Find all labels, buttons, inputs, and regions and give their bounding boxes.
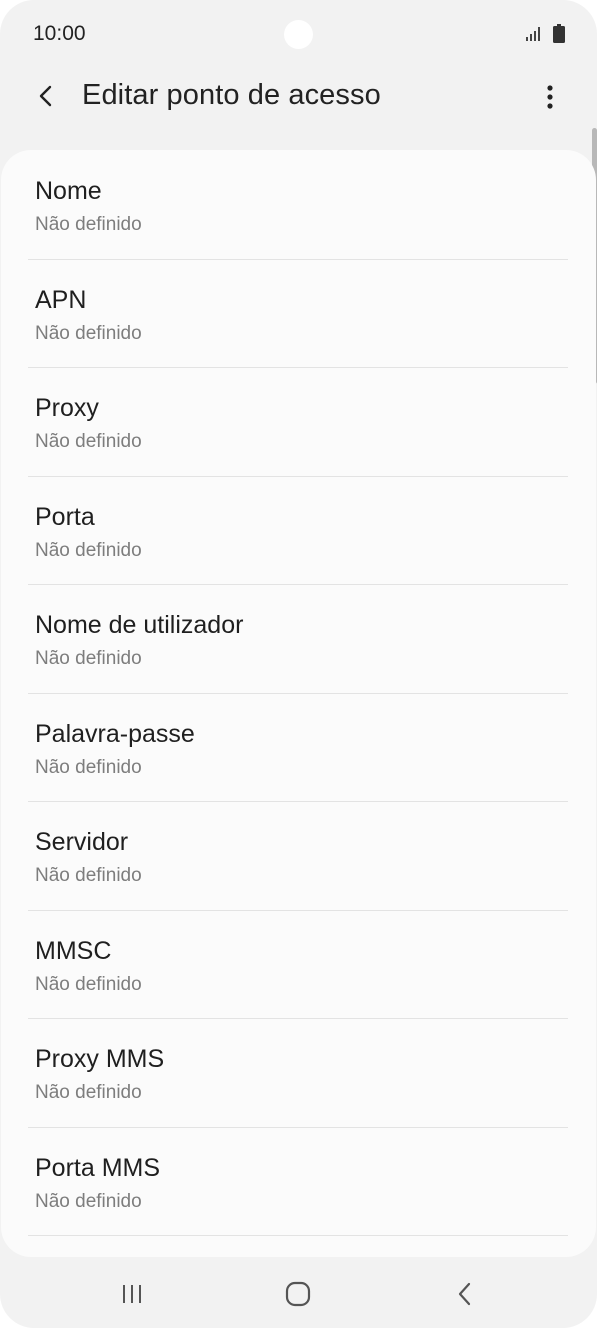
page-title: Editar ponto de acesso	[82, 79, 381, 111]
setting-row-palavra-passe[interactable]: Palavra-passe Não definido	[1, 693, 596, 801]
navigation-bar	[0, 1258, 597, 1328]
setting-label: Proxy MMS	[35, 1045, 165, 1073]
phone-screen: 10:00 Editar ponto de acesso Nome Não de…	[0, 0, 597, 1328]
back-icon	[458, 1282, 471, 1306]
status-bar: 10:00	[0, 0, 597, 70]
settings-list: Nome Não definido APN Não definido Proxy…	[1, 150, 596, 1257]
setting-row-apn[interactable]: APN Não definido	[1, 259, 596, 367]
setting-value: Não definido	[35, 214, 142, 235]
nav-back-button[interactable]	[443, 1274, 487, 1314]
back-button[interactable]	[28, 78, 64, 114]
signal-icon	[526, 27, 540, 41]
status-time: 10:00	[33, 22, 86, 45]
setting-value: Não definido	[35, 1082, 142, 1103]
setting-row-servidor[interactable]: Servidor Não definido	[1, 801, 596, 909]
setting-row-proxy-mms[interactable]: Proxy MMS Não definido	[1, 1018, 596, 1126]
divider	[28, 1235, 568, 1236]
setting-row-porta[interactable]: Porta Não definido	[1, 476, 596, 584]
setting-label: APN	[35, 286, 87, 314]
setting-value: Não definido	[35, 540, 142, 561]
setting-value: Não definido	[35, 431, 142, 452]
battery-icon	[553, 24, 565, 43]
app-bar: Editar ponto de acesso	[0, 70, 597, 130]
setting-label: Porta	[35, 503, 95, 531]
setting-label: Porta MMS	[35, 1154, 161, 1182]
setting-row-nome-de-utilizador[interactable]: Nome de utilizador Não definido	[1, 584, 596, 692]
setting-value: Não definido	[35, 323, 142, 344]
home-button[interactable]	[276, 1274, 320, 1314]
setting-label: Palavra-passe	[35, 720, 195, 748]
chevron-left-icon	[39, 85, 52, 107]
recent-apps-icon	[123, 1285, 141, 1303]
setting-label: Proxy	[35, 394, 99, 422]
setting-row-mmsc[interactable]: MMSC Não definido	[1, 910, 596, 1018]
setting-value: Não definido	[35, 1191, 142, 1212]
more-vertical-icon	[547, 85, 553, 109]
home-icon	[285, 1281, 311, 1307]
camera-cutout	[284, 20, 313, 49]
setting-label: Nome de utilizador	[35, 611, 244, 639]
setting-value: Não definido	[35, 974, 142, 995]
setting-row-proxy[interactable]: Proxy Não definido	[1, 367, 596, 475]
setting-row-porta-mms[interactable]: Porta MMS Não definido	[1, 1127, 596, 1235]
setting-value: Não definido	[35, 648, 142, 669]
setting-row-nome[interactable]: Nome Não definido	[1, 150, 596, 258]
setting-label: MMSC	[35, 937, 112, 965]
setting-label: Nome	[35, 177, 102, 205]
more-options-button[interactable]	[532, 77, 568, 117]
setting-value: Não definido	[35, 865, 142, 886]
recent-apps-button[interactable]	[110, 1274, 154, 1314]
setting-value: Não definido	[35, 757, 142, 778]
setting-label: Servidor	[35, 828, 129, 856]
